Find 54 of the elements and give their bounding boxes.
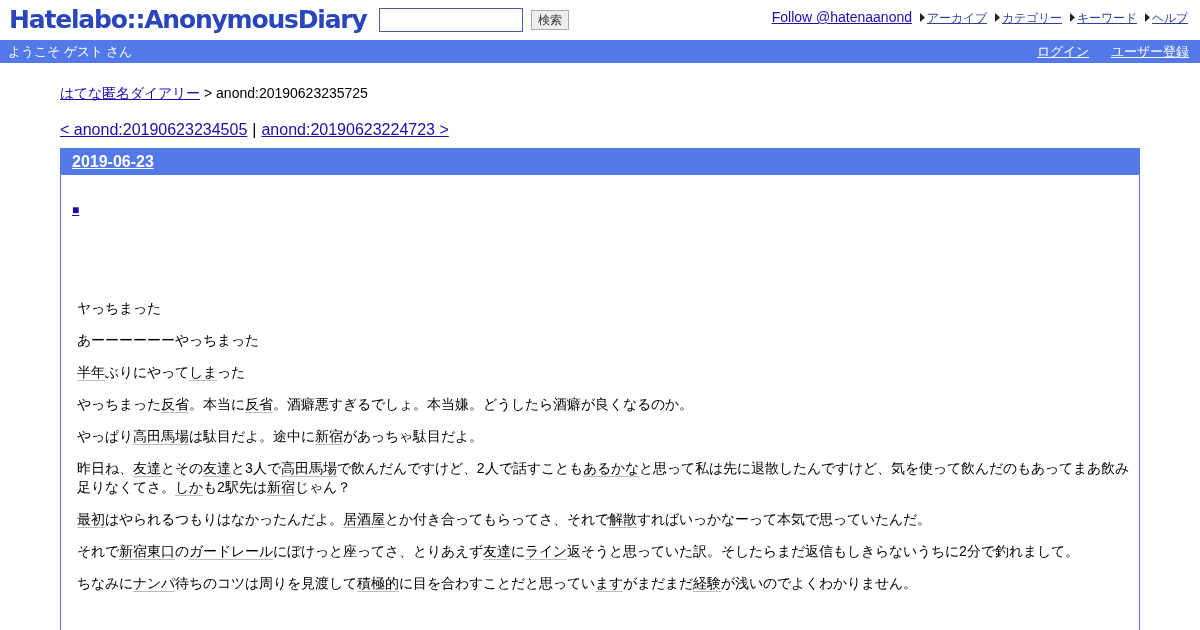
keyword-link[interactable]: 友達: [483, 543, 511, 560]
keyword-link[interactable]: しま: [189, 364, 217, 381]
keyword-link[interactable]: 高田馬場: [280, 460, 337, 477]
keyword-link[interactable]: 積極的: [357, 575, 399, 592]
keyword-link[interactable]: あるかな: [582, 460, 639, 477]
chevron-icon: [995, 13, 1000, 22]
keyword-link[interactable]: 友達: [203, 460, 231, 477]
search-button[interactable]: 検索: [530, 10, 569, 30]
keyword-link[interactable]: ガードレール: [189, 543, 273, 560]
keyword-link[interactable]: しか: [175, 479, 203, 496]
keyword-link[interactable]: ライン: [525, 543, 567, 560]
keyword-link[interactable]: ます: [595, 575, 623, 592]
chevron-icon: [1070, 13, 1075, 22]
entry-paragraph: やっちまった反省。本当に反省。酒癖悪すぎるでしょ。本当嫌。どうしたら酒癖が良くなるのか。: [77, 395, 694, 414]
next-entry-link[interactable]: anond:20190623224723 >: [261, 121, 449, 139]
keyword-link[interactable]: 半年: [77, 364, 105, 381]
account-link[interactable]: ユーザー登録: [1111, 42, 1189, 61]
entry-paragraph: あーーーーーーやっちまった: [77, 331, 260, 350]
keyword-link[interactable]: 居酒屋: [343, 511, 385, 528]
keyword-link[interactable]: 新宿: [315, 428, 343, 445]
entry-paragraph: 半年ぶりにやって しま った: [77, 363, 246, 382]
pager-separator: |: [252, 121, 257, 139]
chevron-icon: [1145, 13, 1150, 22]
nav-link[interactable]: ヘルプ: [1152, 10, 1188, 27]
breadcrumb-current: > anond:20190623235725: [204, 85, 368, 101]
nav-link[interactable]: キーワード: [1077, 10, 1137, 27]
keyword-link[interactable]: 友達: [133, 460, 161, 477]
keyword-link[interactable]: 反省: [245, 396, 273, 413]
chevron-icon: [920, 13, 925, 22]
follow-link[interactable]: Follow @hatenaanond: [771, 9, 912, 25]
keyword-link[interactable]: 解散: [609, 511, 637, 528]
entry-paragraph: やっぱり高田馬場は駄目だよ。途中に新宿があっちゃ駄目だよ。: [77, 427, 484, 446]
search-field[interactable]: [378, 8, 523, 32]
entry-paragraph: 最初はやられるつもりはなかったんだよ。居酒屋とか付き合ってもらってさ、それで解散すればいっかなーって本気で思っていたんだ。: [77, 510, 932, 529]
previous-entry-link[interactable]: < anond:20190623234505: [60, 121, 248, 139]
nav-link[interactable]: アーカイブ: [927, 10, 987, 27]
site-logo[interactable]: Hatelabo::AnonymousDiary: [9, 3, 367, 37]
permalink[interactable]: ■: [72, 203, 80, 217]
keyword-link[interactable]: ナンパ: [133, 575, 175, 592]
breadcrumb-link[interactable]: はてな匿名ダイアリー: [60, 85, 200, 101]
entry-paragraph: ちなみにナンパ待ちのコツは周りを見渡して積極的に目を合わすことだと思ってい ますがまだまだ経験が浅いのでよくわかりません。: [77, 574, 918, 593]
keyword-link[interactable]: 反省: [161, 396, 189, 413]
entry-paragraph: 昨日ね、友達 とその友達 と3人で高田馬場で飲んだんですけど、2人で話すことも あるかな と思って私は先に退散したんですけど、気を使って飲んだのもあってまあ飲み足りなくてさ。しかも2駅先は新宿じゃん？: [77, 459, 1129, 497]
keyword-link[interactable]: 新宿: [266, 479, 295, 496]
entry-paragraph: ヤっちまった: [77, 299, 162, 318]
keyword-link[interactable]: 最初: [77, 511, 105, 528]
account-link[interactable]: ログイン: [1037, 42, 1089, 61]
keyword-link[interactable]: 新宿東口: [119, 543, 175, 560]
keyword-link[interactable]: 経験: [693, 575, 721, 592]
keyword-link[interactable]: 高田馬場: [133, 428, 189, 445]
welcome-text: ようこそ ゲスト さん: [8, 42, 133, 61]
nav-link[interactable]: カテゴリー: [1002, 10, 1062, 27]
entry-paragraph: それで新宿東口のガードレールにぼけっと座ってさ、とりあえず友達にライン返そうと思っていた訳。そしたらまだ返信もしきらないうちに2分で釣れまして。: [77, 542, 1080, 561]
date-link[interactable]: 2019-06-23: [72, 152, 154, 171]
